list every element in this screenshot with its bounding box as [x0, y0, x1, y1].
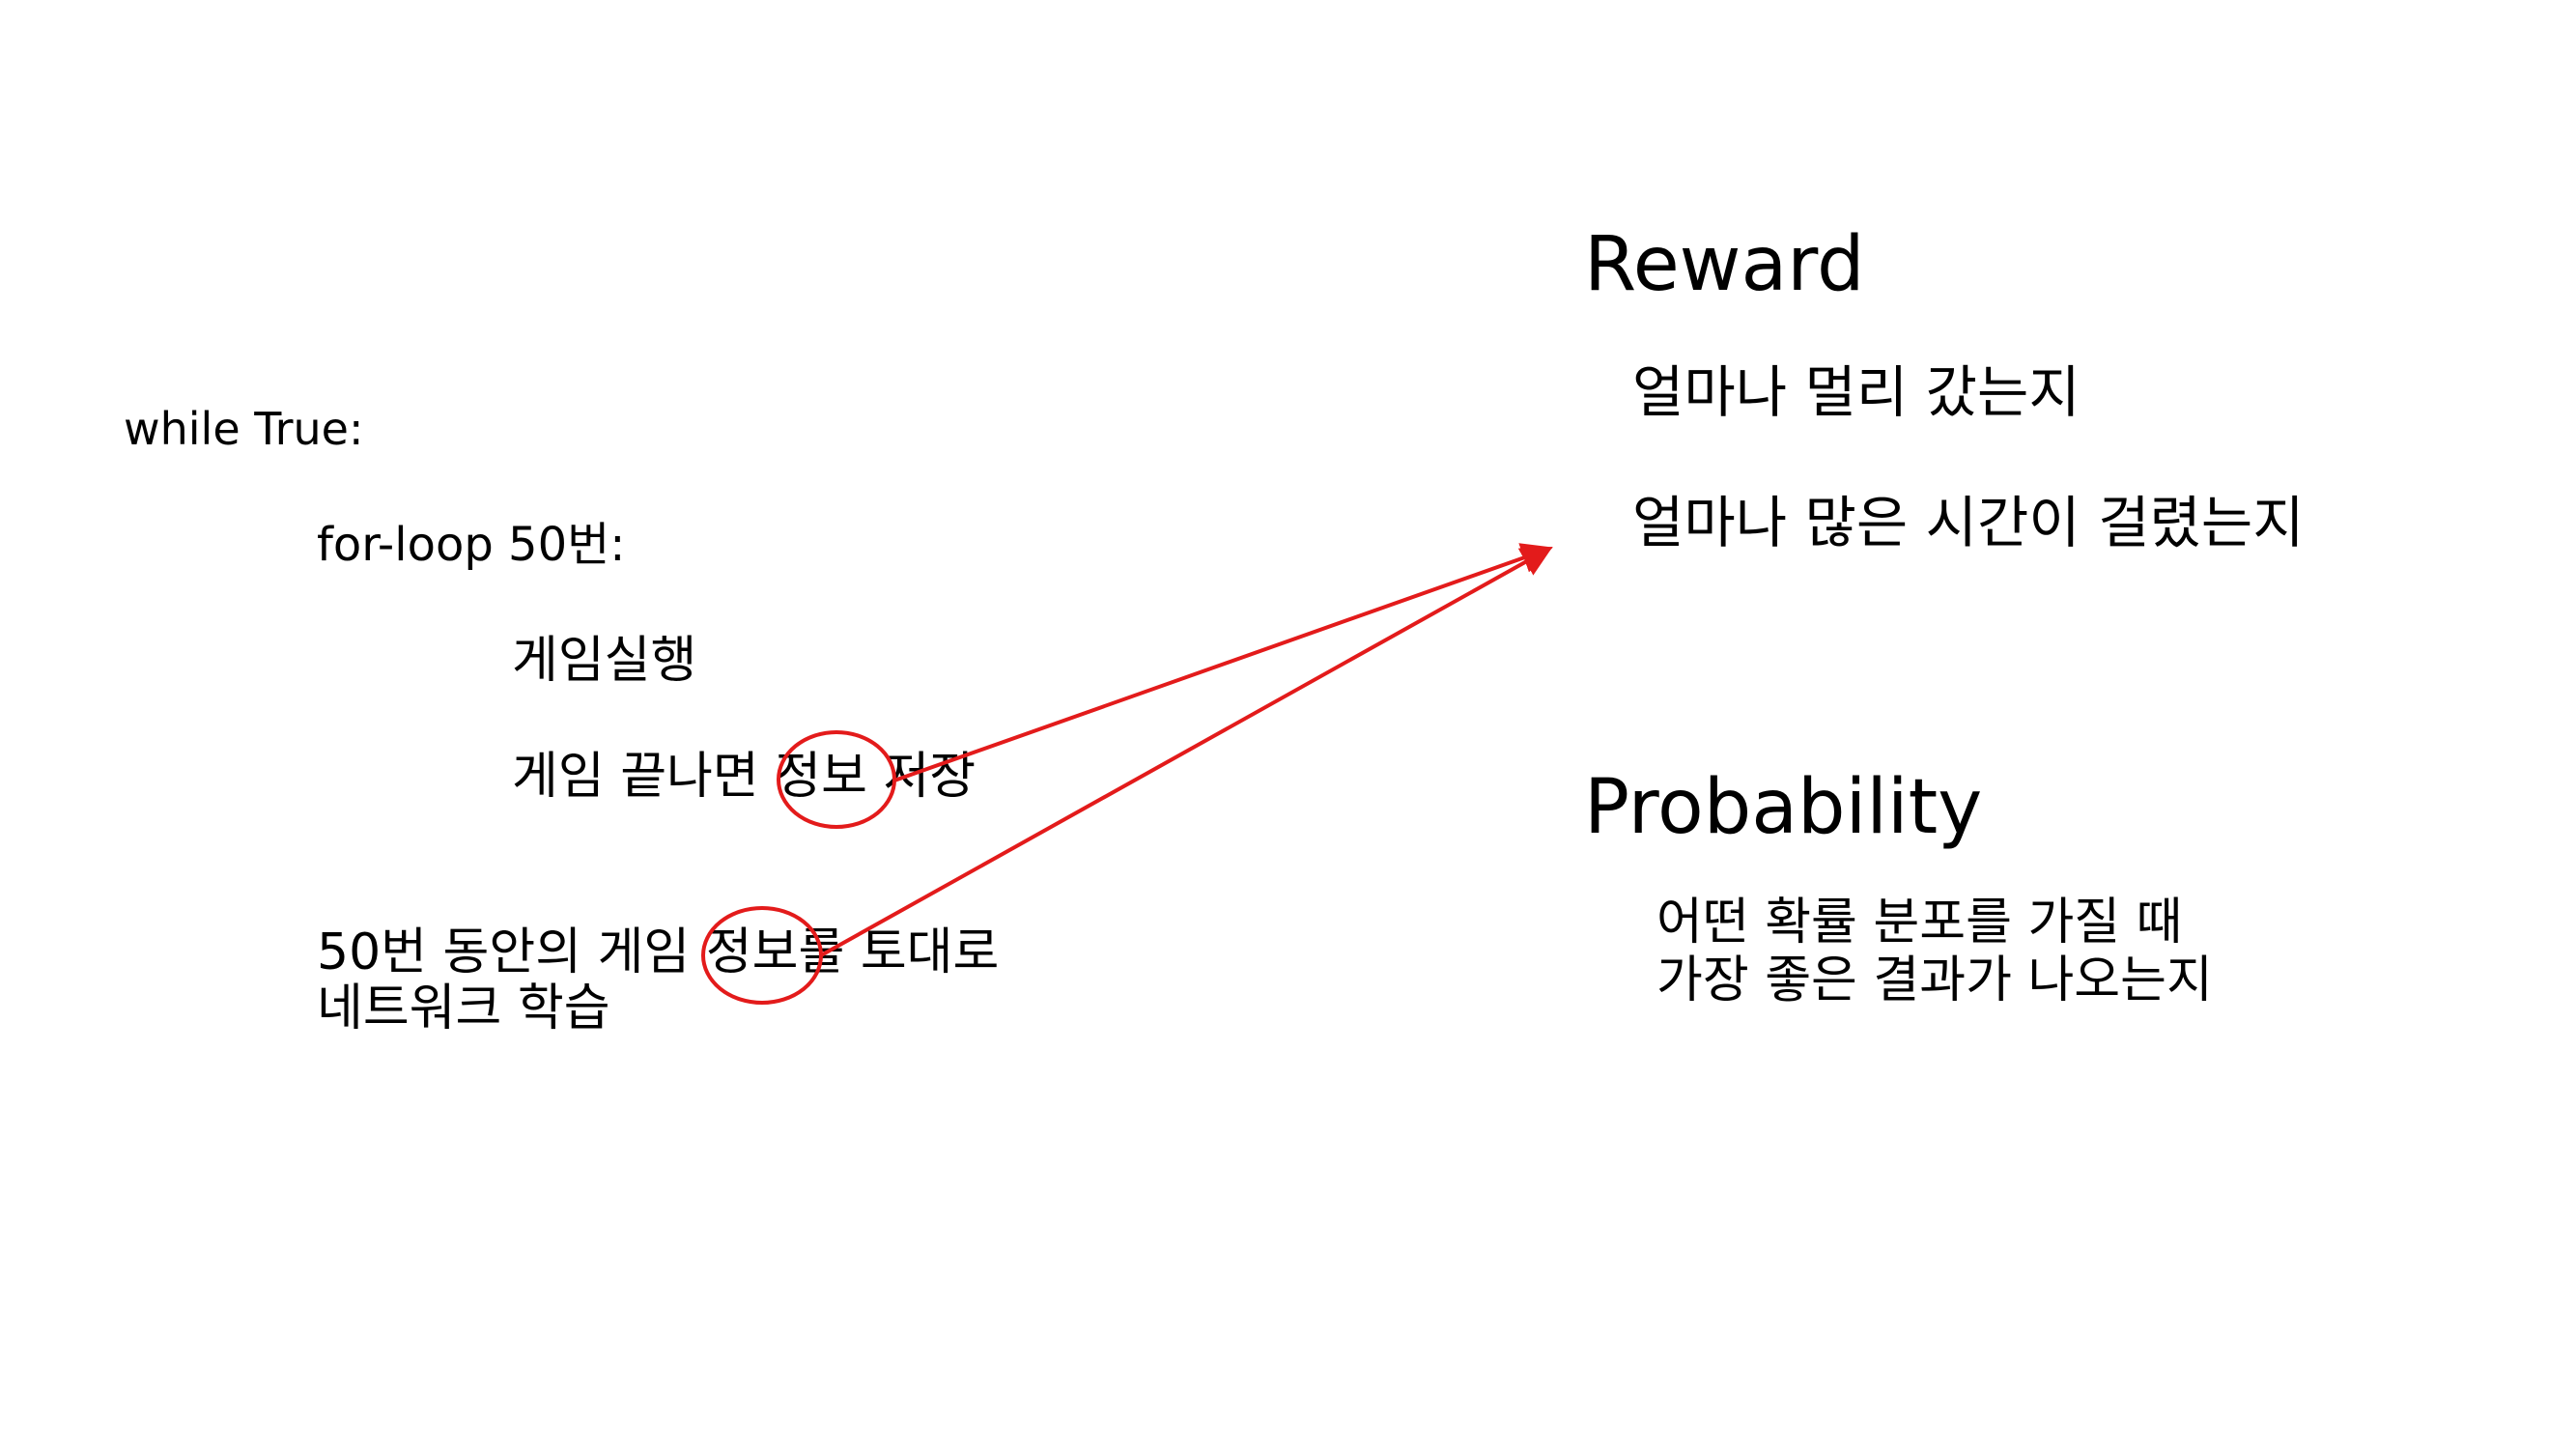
- code-while-line: while True:: [124, 403, 364, 455]
- probability-line-2: 가장 좋은 결과가 나오는지: [1656, 952, 2213, 1010]
- arrow-to-reward-1: [893, 543, 1553, 782]
- probability-line-1: 어떤 확률 분포를 가질 때: [1656, 894, 2183, 952]
- reward-item-distance: 얼마나 멀리 갔는지: [1632, 359, 2081, 425]
- reward-heading: Reward: [1584, 221, 1865, 308]
- code-save-line: 게임 끝나면 정보 저장: [512, 748, 977, 806]
- probability-description: 어떤 확률 분포를 가질 때 가장 좋은 결과가 나오는지: [1656, 894, 2213, 1010]
- code-train-line-2: 네트워크 학습: [317, 980, 610, 1038]
- code-train-block: 50번 동안의 게임 정보를 토대로 네트워크 학습: [317, 924, 999, 1037]
- reward-item-time: 얼마나 많은 시간이 걸렸는지: [1632, 490, 2305, 555]
- code-train-line-1: 50번 동안의 게임 정보를 토대로: [317, 923, 1000, 981]
- annotation-layer: [701, 543, 1553, 1005]
- code-for-line: for-loop 50번:: [317, 518, 626, 572]
- code-run-line: 게임실행: [512, 632, 697, 690]
- probability-heading: Probability: [1584, 764, 1983, 851]
